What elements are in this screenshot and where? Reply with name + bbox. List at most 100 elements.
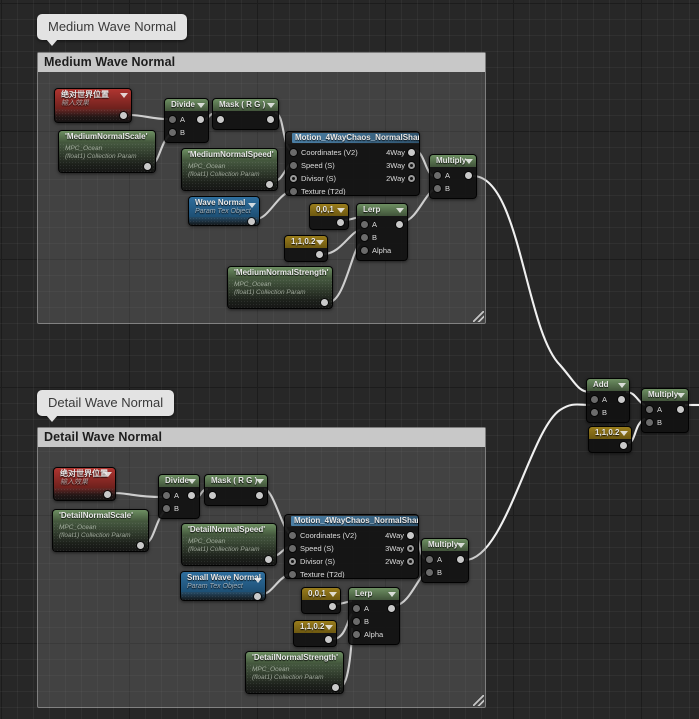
node-mask-rg-detail[interactable]: Mask ( R G ): [204, 474, 268, 506]
output-pin[interactable]: [677, 406, 684, 413]
comment-resize-handle[interactable]: [473, 311, 484, 322]
output-pin[interactable]: [321, 299, 328, 306]
node-header[interactable]: 0,0,1: [310, 204, 348, 216]
node-header[interactable]: Add: [587, 379, 629, 391]
chevron-down-icon[interactable]: [120, 93, 128, 98]
node-multiply-detail[interactable]: Multiply A B: [421, 538, 469, 583]
input-pin-a[interactable]: [361, 221, 368, 228]
input-pin-coordinates[interactable]: [290, 149, 297, 156]
node-param-detail-normal-scale[interactable]: 'DetailNormalScale' MPC_Ocean (float1) C…: [52, 509, 149, 552]
input-pin-alpha[interactable]: [353, 631, 360, 638]
input-pin-a[interactable]: [591, 396, 598, 403]
node-const-1-1-02-output[interactable]: 1,1,0.2: [588, 426, 632, 453]
node-const-001-medium[interactable]: 0,0,1: [309, 203, 349, 230]
input-pin-b[interactable]: [426, 569, 433, 576]
chevron-down-icon[interactable]: [465, 159, 473, 164]
node-header[interactable]: Lerp: [349, 588, 399, 600]
output-pin[interactable]: [137, 542, 144, 549]
node-header[interactable]: Lerp: [357, 204, 407, 216]
node-const-1-1-02-detail[interactable]: 1,1,0.2: [293, 620, 337, 647]
output-pin-3way[interactable]: [407, 545, 414, 552]
input-pin-a[interactable]: [646, 406, 653, 413]
node-header[interactable]: 'MediumNormalSpeed': [182, 149, 277, 161]
chevron-down-icon[interactable]: [677, 393, 685, 398]
comment-resize-handle[interactable]: [473, 695, 484, 706]
node-param-medium-normal-strength[interactable]: 'MediumNormalStrength' MPC_Ocean (float1…: [227, 266, 333, 309]
node-param-medium-normal-scale[interactable]: 'MediumNormalScale' MPC_Ocean (float1) C…: [58, 130, 156, 173]
node-header[interactable]: Divide: [159, 475, 199, 487]
input-pin-a[interactable]: [163, 492, 170, 499]
output-pin[interactable]: [329, 603, 336, 610]
chevron-down-icon[interactable]: [197, 103, 205, 108]
node-header[interactable]: Motion_4WayChaos_NormalShared: [285, 515, 418, 527]
node-add-output[interactable]: Add A B: [586, 378, 630, 423]
input-pin-speed[interactable]: [290, 162, 297, 169]
node-mask-rg-medium[interactable]: Mask ( R G ): [212, 98, 279, 130]
chevron-down-icon[interactable]: [329, 592, 337, 597]
node-header[interactable]: Motion_4WayChaos_NormalShared: [286, 132, 419, 144]
input-pin[interactable]: [217, 116, 224, 123]
input-pin-b[interactable]: [646, 419, 653, 426]
output-pin[interactable]: [265, 556, 272, 563]
node-header[interactable]: 1,1,0.2: [294, 621, 336, 633]
input-pin-b[interactable]: [361, 234, 368, 241]
output-pin[interactable]: [337, 219, 344, 226]
output-pin[interactable]: [104, 491, 111, 498]
input-pin-b[interactable]: [163, 505, 170, 512]
input-pin-divisor[interactable]: [289, 558, 296, 565]
node-header[interactable]: Mask ( R G ): [205, 475, 267, 487]
input-pin-coordinates[interactable]: [289, 532, 296, 539]
node-header[interactable]: 'DetailNormalScale': [53, 510, 148, 522]
output-pin-4way[interactable]: [408, 149, 415, 156]
node-header[interactable]: Multiply: [642, 389, 688, 401]
comment-title-medium[interactable]: Medium Wave Normal: [38, 53, 485, 72]
chevron-down-icon[interactable]: [254, 578, 262, 583]
node-multiply-output[interactable]: Multiply A B: [641, 388, 689, 433]
input-pin-a[interactable]: [353, 605, 360, 612]
output-pin-2way[interactable]: [407, 558, 414, 565]
output-pin[interactable]: [465, 172, 472, 179]
chevron-down-icon[interactable]: [620, 431, 628, 436]
node-param-medium-normal-speed[interactable]: 'MediumNormalSpeed' MPC_Ocean (float1) C…: [181, 148, 278, 191]
output-pin[interactable]: [197, 116, 204, 123]
output-pin[interactable]: [144, 163, 151, 170]
output-pin[interactable]: [325, 636, 332, 643]
output-pin[interactable]: [188, 492, 195, 499]
node-absolute-world-position-detail[interactable]: 绝对世界位置 输入效果: [53, 467, 116, 501]
chevron-down-icon[interactable]: [104, 472, 112, 477]
node-divide-detail[interactable]: Divide A B: [158, 474, 200, 519]
output-pin[interactable]: [618, 396, 625, 403]
output-pin[interactable]: [388, 605, 395, 612]
output-pin[interactable]: [620, 442, 627, 449]
node-header[interactable]: Multiply: [430, 155, 476, 167]
node-header[interactable]: 'DetailNormalStrength': [246, 652, 343, 664]
output-pin-2way[interactable]: [408, 175, 415, 182]
chevron-down-icon[interactable]: [337, 208, 345, 213]
node-header[interactable]: 'MediumNormalScale': [59, 131, 155, 143]
node-lerp-medium[interactable]: Lerp A B Alpha: [356, 203, 408, 261]
input-pin-b[interactable]: [434, 185, 441, 192]
chevron-down-icon[interactable]: [316, 240, 324, 245]
chevron-down-icon[interactable]: [256, 479, 264, 484]
node-header[interactable]: 绝对世界位置 输入效果: [54, 468, 115, 488]
chevron-down-icon[interactable]: [325, 625, 333, 630]
input-pin-speed[interactable]: [289, 545, 296, 552]
material-graph-canvas[interactable]: Medium Wave Normal Detail Wave Normal 绝对…: [0, 0, 699, 719]
node-header[interactable]: Wave Normal Param Tex Object: [189, 197, 259, 217]
node-header[interactable]: Divide: [165, 99, 208, 111]
input-pin-b[interactable]: [591, 409, 598, 416]
output-pin[interactable]: [457, 556, 464, 563]
input-pin-texture[interactable]: [289, 571, 296, 578]
node-divide-medium[interactable]: Divide A B: [164, 98, 209, 143]
chevron-down-icon[interactable]: [248, 203, 256, 208]
node-motion-4waychaos-normalshared-medium[interactable]: Motion_4WayChaos_NormalShared Coordinate…: [285, 131, 420, 196]
chevron-down-icon[interactable]: [457, 543, 465, 548]
input-pin-a[interactable]: [169, 116, 176, 123]
node-header[interactable]: 1,1,0.2: [285, 236, 327, 248]
node-param-detail-normal-strength[interactable]: 'DetailNormalStrength' MPC_Ocean (float1…: [245, 651, 344, 694]
node-header[interactable]: Multiply: [422, 539, 468, 551]
node-header[interactable]: 绝对世界位置 输入效果: [55, 89, 131, 109]
output-pin[interactable]: [266, 181, 273, 188]
node-texture-small-wave-normal[interactable]: Small Wave Normal Param Tex Object: [180, 571, 266, 601]
node-texture-wave-normal[interactable]: Wave Normal Param Tex Object: [188, 196, 260, 226]
